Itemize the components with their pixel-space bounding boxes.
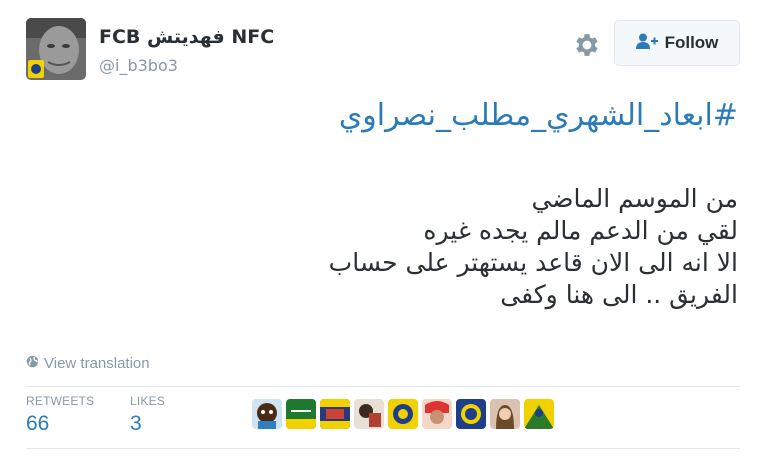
user-display-name[interactable]: FCB فهديتش NFC [99,26,274,48]
user-avatar[interactable] [26,18,86,80]
likes-stat[interactable]: LIKES 3 [130,394,165,436]
liker-avatar[interactable] [252,399,282,429]
hashtag-link[interactable]: #ابعاد_الشهري_مطلب_نصراوي [339,98,738,133]
likes-count: 3 [130,412,142,435]
add-user-icon [635,33,658,54]
follow-label: Follow [664,33,719,52]
likes-label: LIKES [130,394,166,408]
retweets-count: 66 [26,412,50,435]
tweet-line: لقي من الدعم مالم يجده غيره [423,216,738,245]
tweet-line: الا انه الى الان قاعد يستهتر على حساب [328,248,738,277]
liker-avatar[interactable] [388,399,418,429]
liker-avatar[interactable] [320,399,350,429]
divider [26,448,740,449]
retweets-stat[interactable]: RETWEETS 66 [26,394,94,436]
liker-avatar[interactable] [456,399,486,429]
user-handle[interactable]: @i_b3bo3 [99,56,178,75]
liker-avatar[interactable] [524,399,554,429]
view-translation-label: View translation [44,355,150,372]
gear-icon[interactable] [572,30,602,60]
tweet-text: من الموسم الماضي لقي من الدعم مالم يجده … [278,183,738,311]
retweets-label: RETWEETS [26,394,95,408]
follow-button[interactable]: Follow [614,20,740,66]
liker-avatar[interactable] [490,399,520,429]
liker-avatar[interactable] [286,399,316,429]
liker-avatar[interactable] [422,399,452,429]
globe-icon [26,355,39,372]
liker-avatars [252,399,554,429]
tweet-line: الفريق .. الى هنا وكفى [500,280,738,309]
view-translation-link[interactable]: View translation [26,355,150,372]
divider [26,386,740,387]
tweet-line: من الموسم الماضي [531,184,738,213]
tweet-card: FCB فهديتش NFC @i_b3bo3 Follow #ابعاد_ال… [0,0,768,463]
liker-avatar[interactable] [354,399,384,429]
